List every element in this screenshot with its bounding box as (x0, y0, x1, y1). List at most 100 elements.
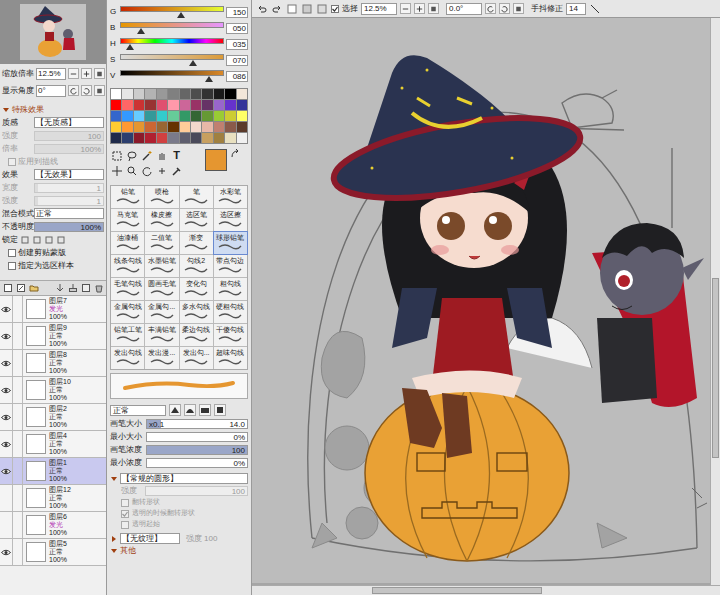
invert-select-icon[interactable] (301, 3, 313, 15)
color-swatch[interactable] (122, 100, 132, 110)
color-swatch[interactable] (122, 89, 132, 99)
layer-lock-cell[interactable] (13, 404, 23, 430)
checkbox[interactable] (121, 499, 129, 507)
stabilizer-field[interactable]: 14 (566, 3, 586, 15)
brush-tool[interactable]: 柔边勾线 (180, 324, 213, 346)
slider-handle[interactable] (126, 44, 134, 50)
zoom-reset-icon[interactable] (428, 3, 439, 14)
rotate-reset-icon[interactable] (94, 85, 105, 96)
property-slider[interactable]: 100 (34, 131, 104, 141)
brush-tool[interactable]: 球形铅笔 (214, 232, 247, 254)
color-swatch[interactable] (111, 133, 121, 143)
layer-row[interactable]: 图层6发光100% (0, 512, 106, 539)
text-tool[interactable]: T (170, 149, 183, 162)
brush-mode-select[interactable]: 正常 (110, 405, 166, 416)
brush-tip-icon[interactable] (149, 357, 175, 366)
color-swatch[interactable] (134, 100, 144, 110)
brush-tip-icon[interactable] (149, 265, 175, 274)
zoom-reset-icon[interactable] (94, 68, 105, 79)
current-color[interactable] (205, 149, 227, 171)
brush-tip-icon[interactable] (217, 288, 243, 297)
brush-tip-icon[interactable] (149, 242, 175, 251)
color-swatch[interactable] (134, 111, 144, 121)
zoom-field[interactable]: 12.5% (361, 3, 397, 15)
brush-tool[interactable]: 带点勾边 (214, 255, 247, 277)
color-swatch[interactable] (145, 133, 155, 143)
brush-tool[interactable]: 粗勾线 (214, 278, 247, 300)
color-swatch[interactable] (180, 100, 190, 110)
layer-lock-cell[interactable] (13, 377, 23, 403)
visibility-toggle[interactable] (0, 539, 13, 565)
visibility-toggle[interactable] (0, 485, 13, 511)
color-swatch[interactable] (180, 89, 190, 99)
slider-handle[interactable] (205, 76, 213, 82)
brush-tool[interactable]: 超味勾线 (214, 347, 247, 369)
layer-lock-cell[interactable] (13, 458, 23, 484)
visibility-toggle[interactable] (0, 404, 13, 430)
setting-slider[interactable]: 0% (146, 432, 248, 442)
brush-tip-icon[interactable] (149, 334, 175, 343)
color-swatch[interactable] (237, 100, 247, 110)
checkbox[interactable] (8, 262, 16, 270)
rotate-tool-icon[interactable] (140, 164, 153, 177)
brush-tool[interactable]: 水彩笔 (214, 186, 247, 208)
redo-icon[interactable] (271, 3, 283, 15)
scroll-thumb[interactable] (372, 587, 542, 594)
brush-tip-icon[interactable] (149, 311, 175, 320)
strength-slider[interactable]: 100 (145, 486, 248, 496)
visibility-toggle[interactable] (0, 458, 13, 484)
brush-tip-icon[interactable] (115, 196, 141, 205)
property-select[interactable]: 正常 (34, 208, 104, 219)
color-swatch[interactable] (111, 122, 121, 132)
color-swatch[interactable] (145, 122, 155, 132)
checkbox[interactable] (121, 521, 129, 529)
zoom-field[interactable]: 12.5% (36, 68, 66, 80)
texture-header[interactable]: 【无纹理】强度100 (107, 532, 251, 545)
color-swatch[interactable] (225, 122, 235, 132)
brush-tip-icon[interactable] (217, 357, 243, 366)
layer-lock-cell[interactable] (13, 512, 23, 538)
brush-option[interactable]: 翻转形状 (107, 497, 251, 508)
horizontal-scrollbar[interactable] (252, 585, 720, 595)
brush-tool[interactable]: 油漆桶 (111, 232, 144, 254)
color-swatch[interactable] (157, 122, 167, 132)
brush-tip-icon[interactable] (115, 219, 141, 228)
brush-tool[interactable]: 金属勾线 (111, 301, 144, 323)
brush-tool[interactable]: 圆画毛笔 (145, 278, 178, 300)
layer-row[interactable]: 图层8正常100% (0, 350, 106, 377)
move-icon[interactable] (110, 164, 123, 177)
collapse-arrow-icon[interactable] (110, 547, 118, 555)
brush-tool[interactable]: 毛笔勾线 (111, 278, 144, 300)
slider-handle[interactable] (177, 12, 185, 18)
setting-slider[interactable]: 100 (146, 445, 248, 455)
checkbox[interactable] (331, 5, 339, 13)
layer-lock-cell[interactable] (13, 323, 23, 349)
property-select[interactable]: 【无效果】 (34, 169, 104, 180)
brush-tip-icon[interactable] (217, 196, 243, 205)
navigator[interactable] (0, 0, 106, 64)
magic-wand-icon[interactable] (140, 149, 153, 162)
brush-tool[interactable]: 多水勾线 (180, 301, 213, 323)
brush-tool[interactable]: 发出漫... (145, 347, 178, 369)
section-header[interactable]: 特殊效果 (0, 103, 106, 116)
brush-tip-icon[interactable] (149, 219, 175, 228)
zoom-in-icon[interactable] (81, 68, 92, 79)
brush-tool[interactable]: 笔 (180, 186, 213, 208)
lock-alpha-icon[interactable] (56, 235, 66, 245)
layer-row[interactable]: 图层4正常100% (0, 431, 106, 458)
color-swatch[interactable] (168, 111, 178, 121)
collapse-arrow-icon[interactable] (110, 475, 118, 483)
color-swatch[interactable] (168, 100, 178, 110)
pen-pressure-icon[interactable] (589, 3, 601, 15)
brush-tool[interactable]: 选区擦 (214, 209, 247, 231)
color-swatch[interactable] (191, 111, 201, 121)
color-swatch[interactable] (225, 89, 235, 99)
property-slider[interactable]: 1 (34, 196, 104, 206)
color-slider[interactable] (120, 70, 224, 82)
color-swatch[interactable] (237, 111, 247, 121)
spacer-icon[interactable] (42, 283, 52, 293)
layer-lock-cell[interactable] (13, 350, 23, 376)
layer-row[interactable]: 图层10正常100% (0, 377, 106, 404)
spacer-icon[interactable] (185, 149, 198, 162)
brush-tool[interactable]: 二值笔 (145, 232, 178, 254)
